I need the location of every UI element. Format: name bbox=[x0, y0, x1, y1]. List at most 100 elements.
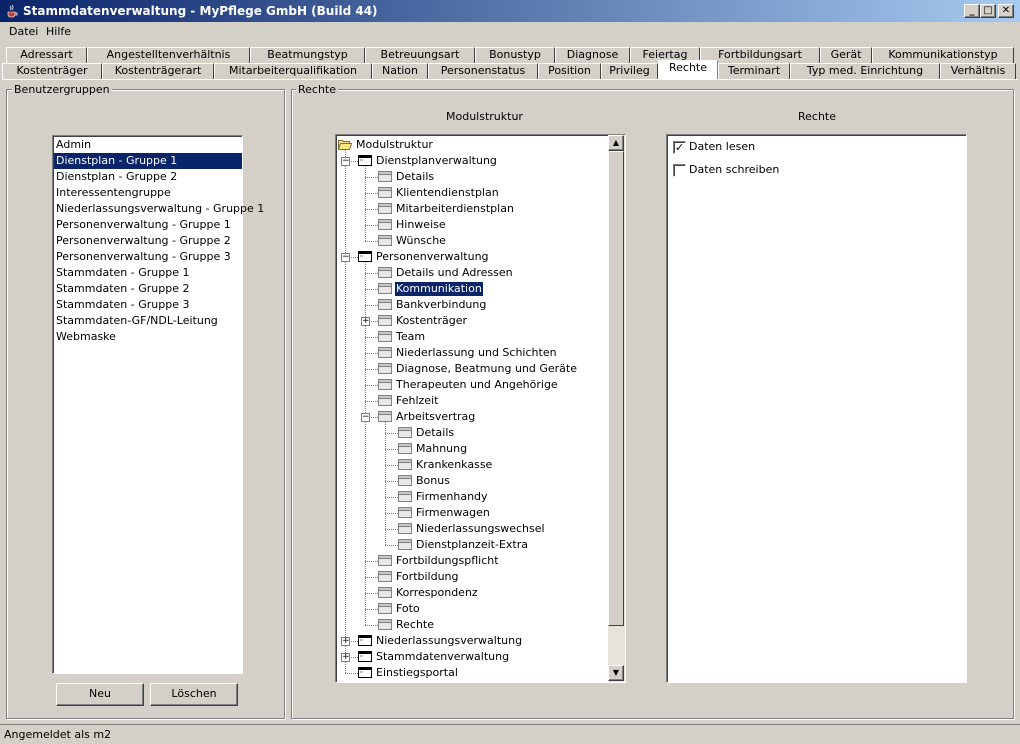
daten-lesen-checkbox[interactable]: ✓ bbox=[673, 141, 686, 154]
tree-node-label[interactable]: Einstiegsportal bbox=[375, 666, 459, 680]
tab-typ-med-einrichtung[interactable]: Typ med. Einrichtung bbox=[790, 63, 940, 79]
module-tree[interactable]: Modulstruktur − Dienstplanverwaltung Detail… bbox=[335, 134, 626, 683]
new-button[interactable]: Neu bbox=[56, 683, 144, 706]
daten-schreiben-checkbox[interactable] bbox=[673, 164, 686, 177]
tree-node-label[interactable]: Fortbildung bbox=[395, 570, 460, 584]
tree-node[interactable]: Bankverbindung bbox=[336, 297, 608, 313]
tree-node[interactable]: Foto bbox=[336, 601, 608, 617]
tab-position[interactable]: Position bbox=[538, 63, 601, 79]
tab-fortbildungsart[interactable]: Fortbildungsart bbox=[700, 47, 820, 63]
tab-beatmungstyp[interactable]: Beatmungstyp bbox=[250, 47, 365, 63]
tree-node[interactable]: Klientendienstplan bbox=[336, 185, 608, 201]
menu-hilfe[interactable]: Hilfe bbox=[46, 25, 71, 38]
tree-node[interactable]: Kommunikation bbox=[336, 281, 608, 297]
list-item[interactable]: Stammdaten - Gruppe 1 bbox=[54, 265, 242, 281]
tree-node[interactable]: Einstiegsportal bbox=[336, 665, 608, 681]
tree-node-label[interactable]: Wünsche bbox=[395, 234, 447, 248]
tab-verhaeltnis[interactable]: Verhältnis bbox=[940, 63, 1016, 79]
list-item[interactable]: Interessentengruppe bbox=[54, 185, 242, 201]
tree-node-label[interactable]: Niederlassungswechsel bbox=[415, 522, 546, 536]
scroll-up-button[interactable]: ▲ bbox=[608, 135, 624, 151]
menu-datei[interactable]: Datei bbox=[9, 25, 38, 38]
expand-icon[interactable]: + bbox=[361, 317, 370, 326]
list-item[interactable]: Webmaske bbox=[54, 329, 242, 345]
tree-node-label[interactable]: Modulstruktur bbox=[355, 138, 434, 152]
tree-node[interactable]: Hinweise bbox=[336, 217, 608, 233]
tree-node[interactable]: Krankenkasse bbox=[336, 457, 608, 473]
tree-node-label[interactable]: Mitarbeiterdienstplan bbox=[395, 202, 515, 216]
tree-node-label[interactable]: Fehlzeit bbox=[395, 394, 439, 408]
tree-node-label[interactable]: Kommunikation bbox=[394, 281, 484, 297]
list-item[interactable]: Stammdaten - Gruppe 2 bbox=[54, 281, 242, 297]
tree-node-label[interactable]: Dienstplanverwaltung bbox=[375, 154, 498, 168]
tree-node[interactable]: Rechte bbox=[336, 617, 608, 633]
list-item[interactable]: Personenverwaltung - Gruppe 1 bbox=[54, 217, 242, 233]
tree-node-label[interactable]: Bonus bbox=[415, 474, 451, 488]
minimize-button[interactable]: _ bbox=[964, 4, 980, 18]
list-item[interactable]: Niederlassungsverwaltung - Gruppe 1 bbox=[54, 201, 264, 217]
scroll-down-button[interactable]: ▼ bbox=[608, 665, 624, 681]
tree-node-label[interactable]: Personenverwaltung bbox=[375, 250, 490, 264]
tree-node-label[interactable]: Bankverbindung bbox=[395, 298, 487, 312]
tree-node-label[interactable]: Hinweise bbox=[395, 218, 447, 232]
tree-node[interactable]: Modulstruktur bbox=[336, 137, 608, 153]
expand-icon[interactable]: + bbox=[341, 653, 350, 662]
tab-nation[interactable]: Nation bbox=[372, 63, 428, 79]
title-bar[interactable]: Stammdatenverwaltung - MyPflege GmbH (Bu… bbox=[0, 0, 1020, 22]
tree-node[interactable]: Niederlassung und Schichten bbox=[336, 345, 608, 361]
collapse-icon[interactable]: − bbox=[341, 157, 350, 166]
maximize-button[interactable]: □ bbox=[980, 4, 996, 18]
tab-adressart[interactable]: Adressart bbox=[6, 47, 87, 63]
tab-mitarbeiterqualifikation[interactable]: Mitarbeiterqualifikation bbox=[214, 63, 372, 79]
tree-node-label[interactable]: Klientendienstplan bbox=[395, 186, 500, 200]
tree-node-label[interactable]: Fortbildungspflicht bbox=[395, 554, 500, 568]
tree-node-label[interactable]: Kostenträger bbox=[395, 314, 468, 328]
expand-icon[interactable]: + bbox=[341, 637, 350, 646]
tree-node[interactable]: Mahnung bbox=[336, 441, 608, 457]
list-item-selected[interactable]: Dienstplan - Gruppe 1 bbox=[54, 153, 242, 169]
tree-node-label[interactable]: Mahnung bbox=[415, 442, 468, 456]
tree-node-label[interactable]: Firmenwagen bbox=[415, 506, 491, 520]
tree-node[interactable]: − Personenverwaltung bbox=[336, 249, 608, 265]
tree-node[interactable]: + Kostenträger bbox=[336, 313, 608, 329]
tree-node[interactable]: Details bbox=[336, 169, 608, 185]
tab-rechte[interactable]: Rechte bbox=[658, 60, 718, 79]
benutzergruppen-list[interactable]: Admin Dienstplan - Gruppe 1 Dienstplan -… bbox=[52, 135, 264, 674]
tree-node-label[interactable]: Stammdatenverwaltung bbox=[375, 650, 510, 664]
tab-kommunikationstyp[interactable]: Kommunikationstyp bbox=[872, 47, 1014, 63]
tree-scrollbar[interactable]: ▲ ▼ bbox=[608, 135, 625, 682]
tree-node[interactable]: Mitarbeiterdienstplan bbox=[336, 201, 608, 217]
daten-schreiben-label[interactable]: Daten schreiben bbox=[689, 163, 779, 176]
close-button[interactable]: ✕ bbox=[998, 4, 1014, 18]
tree-node-label[interactable]: Dienstplanzeit-Extra bbox=[415, 538, 529, 552]
list-item[interactable]: Stammdaten-GF/NDL-Leitung bbox=[54, 313, 242, 329]
tree-node-label[interactable]: Details bbox=[415, 426, 455, 440]
tree-node[interactable]: Team bbox=[336, 329, 608, 345]
tree-node-label[interactable]: Diagnose, Beatmung und Geräte bbox=[395, 362, 578, 376]
tab-kostentraeger[interactable]: Kostenträger bbox=[2, 63, 102, 79]
tree-node-label[interactable]: Arbeitsvertrag bbox=[395, 410, 476, 424]
tab-diagnose[interactable]: Diagnose bbox=[555, 47, 630, 63]
tab-personenstatus[interactable]: Personenstatus bbox=[428, 63, 538, 79]
tree-node[interactable]: Firmenhandy bbox=[336, 489, 608, 505]
tree-node[interactable]: Fortbildungspflicht bbox=[336, 553, 608, 569]
tab-bonustyp[interactable]: Bonustyp bbox=[475, 47, 555, 63]
tree-node[interactable]: Fortbildung bbox=[336, 569, 608, 585]
tree-node-label[interactable]: Details und Adressen bbox=[395, 266, 514, 280]
list-item[interactable]: Stammdaten - Gruppe 3 bbox=[54, 297, 242, 313]
tree-node-label[interactable]: Team bbox=[395, 330, 426, 344]
tree-node[interactable]: Niederlassungswechsel bbox=[336, 521, 608, 537]
tree-node-label[interactable]: Rechte bbox=[395, 618, 435, 632]
scroll-thumb[interactable] bbox=[608, 151, 624, 626]
tree-node[interactable]: Firmenwagen bbox=[336, 505, 608, 521]
list-item[interactable]: Personenverwaltung - Gruppe 2 bbox=[54, 233, 242, 249]
tree-node-label[interactable]: Niederlassungsverwaltung bbox=[375, 634, 523, 648]
tree-node[interactable]: Dienstplanzeit-Extra bbox=[336, 537, 608, 553]
tab-terminart[interactable]: Terminart bbox=[718, 63, 790, 79]
tree-node[interactable]: Therapeuten und Angehörige bbox=[336, 377, 608, 393]
tab-geraet[interactable]: Gerät bbox=[820, 47, 872, 63]
delete-button[interactable]: Löschen bbox=[150, 683, 238, 706]
list-item[interactable]: Personenverwaltung - Gruppe 3 bbox=[54, 249, 242, 265]
daten-lesen-label[interactable]: Daten lesen bbox=[689, 140, 755, 153]
tab-angestelltenverhaeltnis[interactable]: Angestelltenverhältnis bbox=[87, 47, 250, 63]
